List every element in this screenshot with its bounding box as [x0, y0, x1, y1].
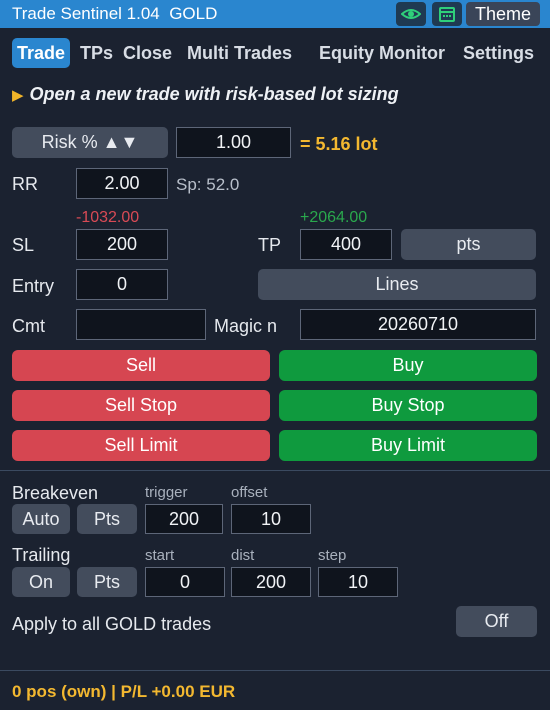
sell-button[interactable]: Sell	[12, 350, 270, 381]
tab-trade[interactable]: Trade	[12, 38, 71, 68]
entry-label: Entry	[12, 276, 55, 296]
spread-label: Sp: 52.0	[176, 175, 240, 194]
entry-input[interactable]: 0	[76, 269, 168, 300]
breakeven-mode-button[interactable]: Auto	[12, 504, 70, 534]
apply-all-toggle[interactable]: Off	[456, 606, 537, 637]
tp-money-label: +2064.00	[300, 209, 368, 226]
window-title: Trade Sentinel 1.04 GOLD	[12, 4, 217, 24]
sl-input[interactable]: 200	[76, 229, 168, 260]
theme-button[interactable]: Theme	[466, 2, 540, 26]
buy-button[interactable]: Buy	[279, 350, 537, 381]
be-offset-input[interactable]: 10	[231, 504, 311, 534]
trail-start-label: start	[145, 547, 175, 564]
comment-label: Cmt	[12, 316, 45, 336]
tab-tps[interactable]: TPs	[80, 38, 113, 68]
be-trigger-input[interactable]: 200	[145, 504, 223, 534]
rr-label: RR	[12, 174, 38, 194]
app-title: Trade Sentinel 1.04	[12, 4, 160, 23]
rr-input[interactable]: 2.00	[76, 168, 168, 199]
lines-button[interactable]: Lines	[258, 269, 536, 300]
eye-icon[interactable]	[396, 2, 426, 26]
symbol-label: GOLD	[169, 4, 218, 23]
tp-input[interactable]: 400	[300, 229, 392, 260]
trail-start-input[interactable]: 0	[145, 567, 225, 597]
risk-mode-button[interactable]: Risk % ▲▼	[12, 127, 168, 158]
trail-step-input[interactable]: 10	[318, 567, 398, 597]
tp-label: TP	[258, 235, 282, 255]
status-footer: 0 pos (own) | P/L +0.00 EUR	[12, 682, 236, 701]
footer-divider	[0, 670, 550, 671]
pts-toggle-button[interactable]: pts	[401, 229, 536, 260]
sell-limit-button[interactable]: Sell Limit	[12, 430, 270, 461]
divider	[0, 470, 550, 471]
trailing-label: Trailing	[12, 545, 71, 565]
calendar-icon[interactable]	[432, 2, 462, 26]
breakeven-label: Breakeven	[12, 483, 99, 503]
buy-limit-button[interactable]: Buy Limit	[279, 430, 537, 461]
section-heading-text: Open a new trade with risk-based lot siz…	[29, 84, 399, 104]
tab-multi-trades[interactable]: Multi Trades	[187, 38, 292, 68]
be-trigger-label: trigger	[145, 484, 188, 501]
magic-label: Magic n	[214, 316, 278, 336]
tab-settings[interactable]: Settings	[463, 38, 534, 68]
trailing-unit-button[interactable]: Pts	[77, 567, 137, 597]
sell-stop-button[interactable]: Sell Stop	[12, 390, 270, 421]
trail-dist-label: dist	[231, 547, 255, 564]
play-arrow-icon: ▶	[12, 87, 24, 104]
buy-stop-button[interactable]: Buy Stop	[279, 390, 537, 421]
risk-input[interactable]: 1.00	[176, 127, 291, 158]
trail-dist-input[interactable]: 200	[231, 567, 311, 597]
tab-equity-monitor[interactable]: Equity Monitor	[319, 38, 445, 68]
sl-money-label: -1032.00	[76, 209, 140, 226]
comment-input[interactable]	[76, 309, 206, 340]
section-heading: ▶ Open a new trade with risk-based lot si…	[12, 84, 399, 105]
breakeven-unit-button[interactable]: Pts	[77, 504, 137, 534]
lot-size-label: = 5.16 lot	[300, 134, 378, 154]
apply-all-label: Apply to all GOLD trades	[12, 614, 212, 634]
sl-label: SL	[12, 235, 35, 255]
trailing-mode-button[interactable]: On	[12, 567, 70, 597]
tab-close[interactable]: Close	[123, 38, 172, 68]
trail-step-label: step	[318, 547, 347, 564]
magic-input[interactable]: 20260710	[300, 309, 536, 340]
be-offset-label: offset	[231, 484, 268, 501]
